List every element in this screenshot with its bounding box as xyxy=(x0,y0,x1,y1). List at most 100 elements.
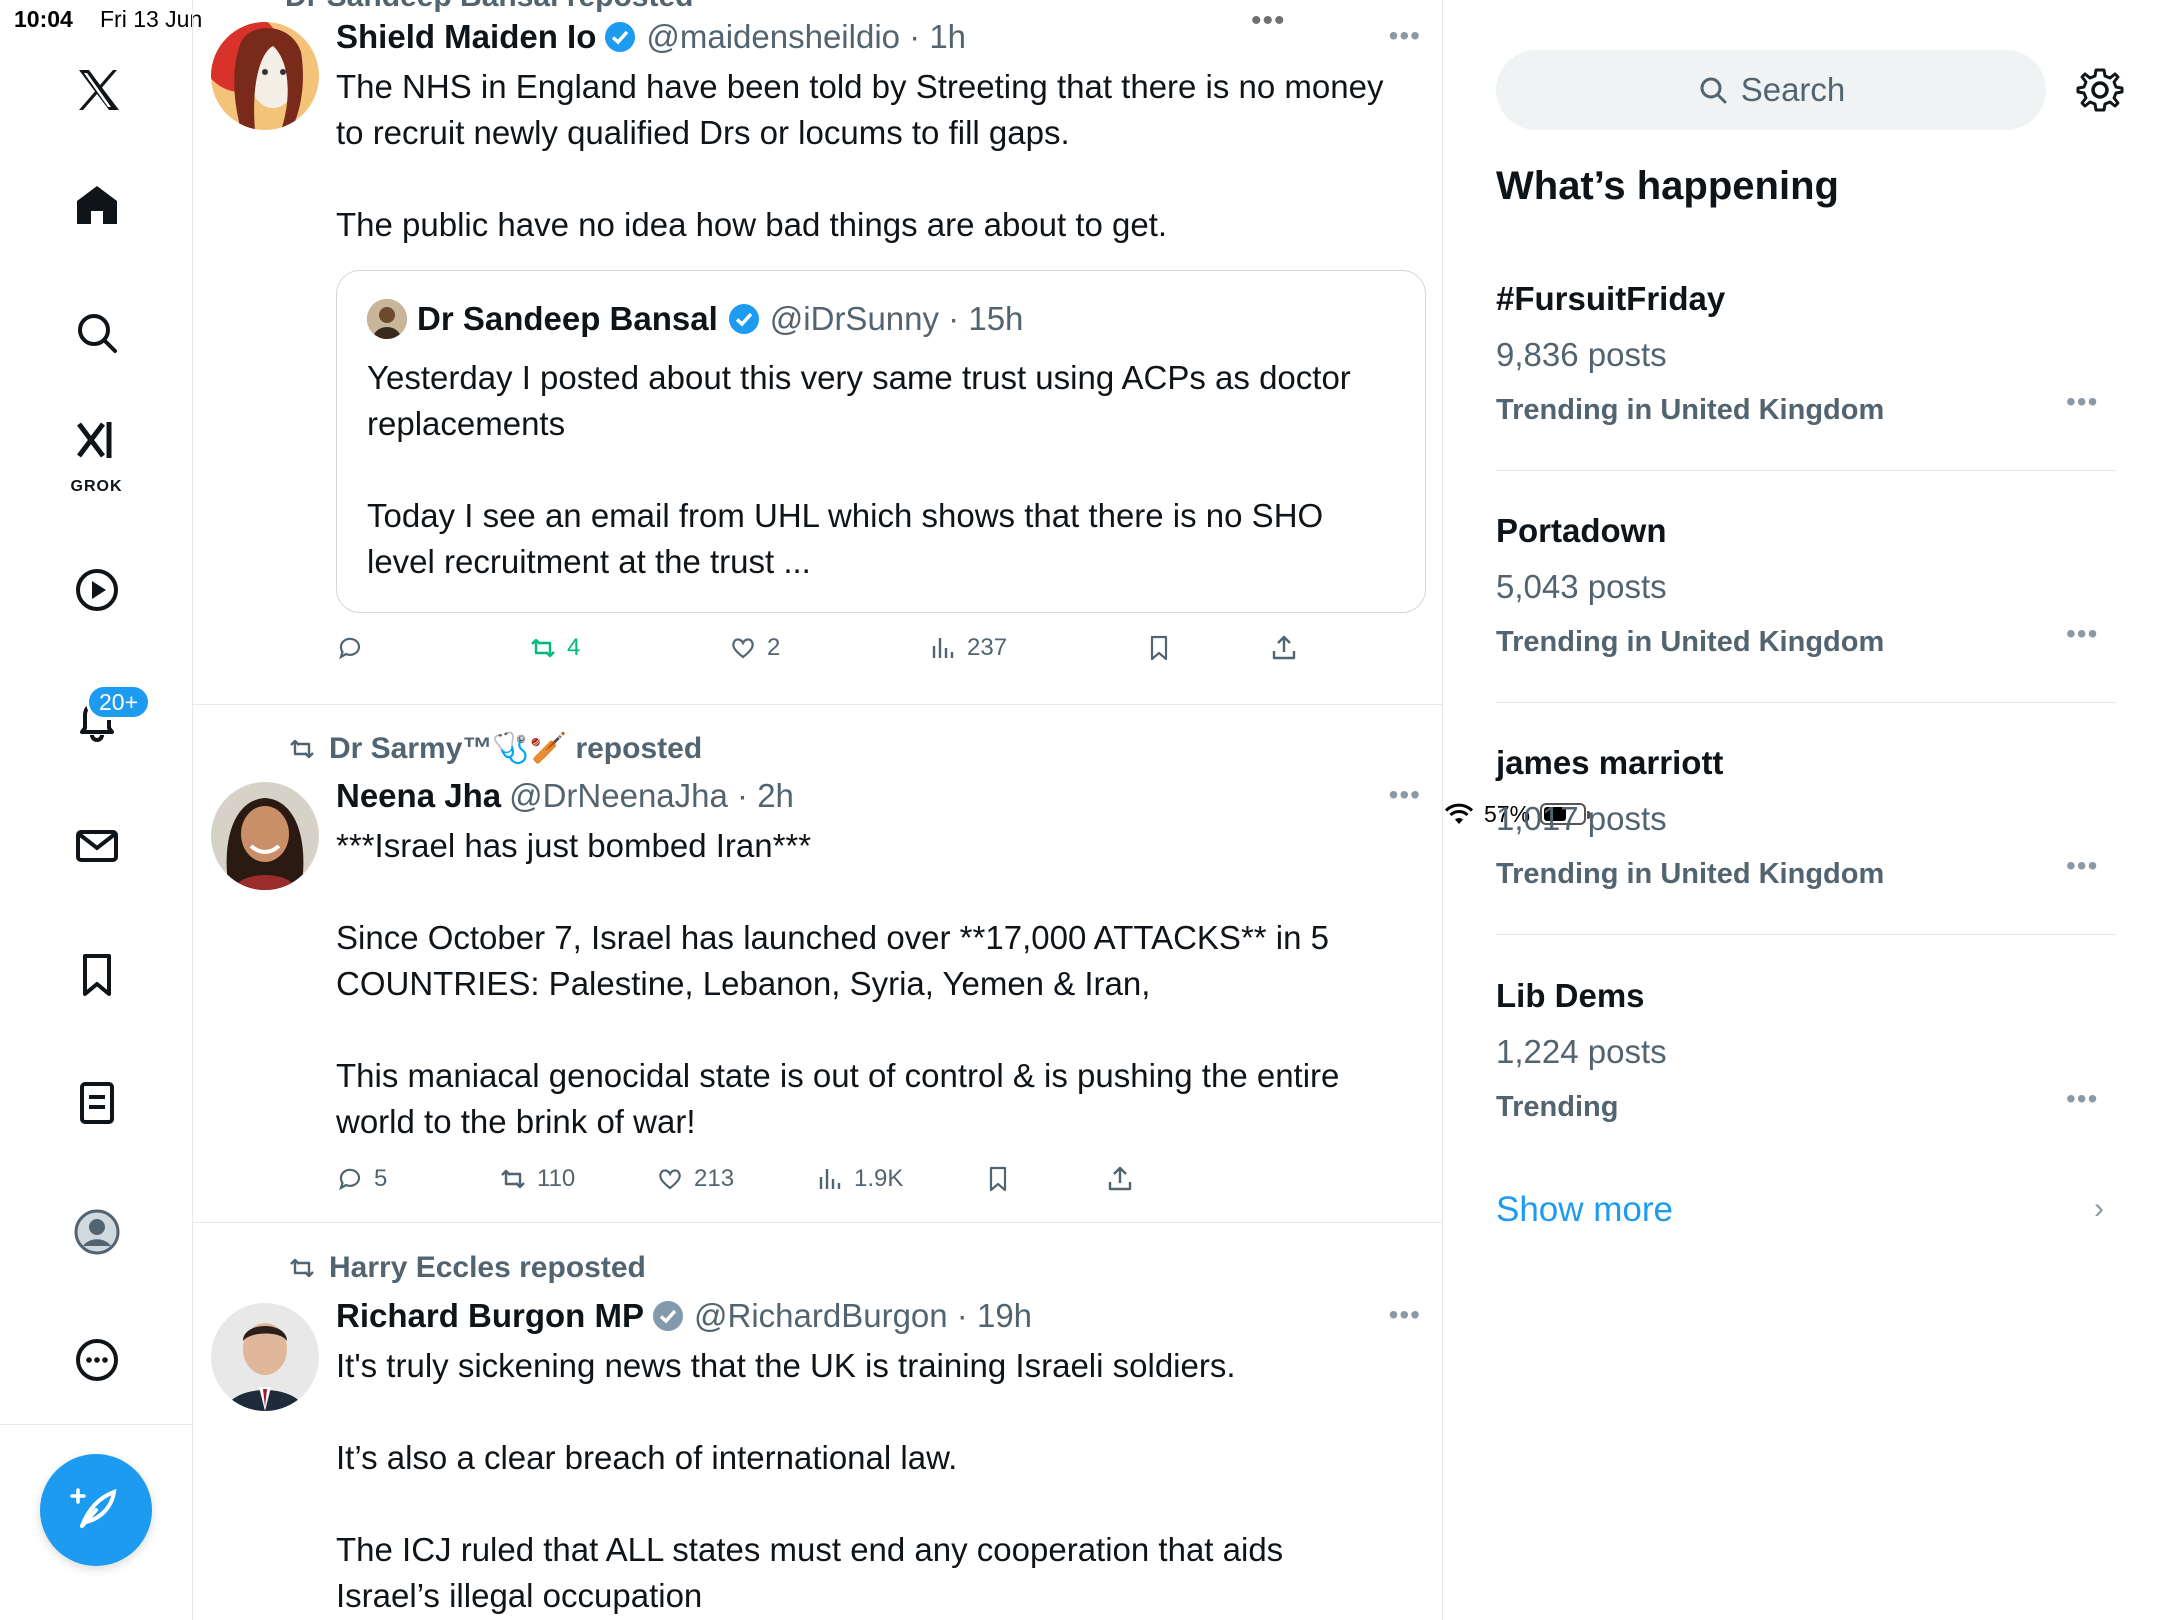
view-count: 1.9K xyxy=(854,1165,904,1192)
post-time[interactable]: 1h xyxy=(929,18,966,56)
bookmark-icon xyxy=(1150,635,1168,661)
divider xyxy=(1496,934,2116,935)
search-input[interactable]: Search xyxy=(1496,50,2046,130)
post-header: Richard Burgon MP @RichardBurgon · 19h xyxy=(336,1297,1032,1335)
views-button[interactable]: 237 xyxy=(929,634,1007,662)
verified-badge-gray-icon xyxy=(653,1301,684,1331)
quote-header: Dr Sandeep Bansal @iDrSunny · 15h xyxy=(367,299,1023,339)
post-time[interactable]: 2h xyxy=(757,777,794,815)
trend-more-icon[interactable]: ••• xyxy=(2066,1083,2098,1115)
show-more-link[interactable]: Show more xyxy=(1496,1190,1673,1230)
trend-name: Portadown xyxy=(1496,512,1667,549)
author-handle[interactable]: @DrNeenaJha xyxy=(509,777,728,815)
profile-avatar-icon[interactable] xyxy=(0,1192,193,1272)
lists-icon[interactable] xyxy=(0,1063,193,1143)
avatar[interactable] xyxy=(211,782,319,890)
quote-author-handle: @iDrSunny xyxy=(769,300,940,337)
views-button[interactable]: 1.9K xyxy=(816,1165,903,1193)
share-icon xyxy=(1272,635,1296,660)
like-count: 2 xyxy=(767,634,781,661)
trend-posts: 1,017 posts xyxy=(1496,800,1667,837)
trend-more-icon[interactable]: ••• xyxy=(2066,850,2098,882)
repost-button[interactable]: 4 xyxy=(529,634,580,662)
repost-text[interactable]: Harry Eccles reposted xyxy=(329,1251,646,1285)
avatar[interactable] xyxy=(211,1303,319,1411)
grok-icon[interactable] xyxy=(0,410,193,470)
view-count: 237 xyxy=(967,634,1008,661)
like-count: 213 xyxy=(694,1165,735,1192)
post[interactable]: Shield Maiden Io @maidensheildio · 1h ••… xyxy=(193,0,1442,705)
quoted-post[interactable]: Dr Sandeep Bansal @iDrSunny · 15h Yester… xyxy=(336,270,1426,613)
chevron-right-icon[interactable]: › xyxy=(2094,1192,2104,1226)
post-text: It's truly sickening news that the UK is… xyxy=(336,1347,1284,1614)
author-handle[interactable]: @maidensheildio xyxy=(646,18,900,56)
like-button[interactable]: 213 xyxy=(656,1165,734,1193)
repost-icon xyxy=(501,1169,525,1189)
author-name[interactable]: Shield Maiden Io xyxy=(336,18,596,56)
search-placeholder: Search xyxy=(1740,71,1846,108)
post-text: The NHS in England have been told by Str… xyxy=(336,68,1384,243)
post-text: ***Israel has just bombed Iran*** Since … xyxy=(336,827,1340,1140)
bookmark-button[interactable] xyxy=(1145,634,1173,662)
repost-count: 110 xyxy=(537,1165,576,1192)
share-icon xyxy=(1108,1166,1132,1191)
verified-badge-icon xyxy=(728,304,759,334)
repost-small-icon xyxy=(290,1258,314,1278)
compose-post-button[interactable] xyxy=(40,1454,152,1566)
trend-location: Trending in United Kingdom xyxy=(1496,626,1885,658)
gear-icon[interactable] xyxy=(2076,66,2124,114)
post-more-icon[interactable]: ••• xyxy=(1389,20,1421,52)
post-more-icon[interactable]: ••• xyxy=(1389,1299,1421,1331)
author-handle[interactable]: @RichardBurgon xyxy=(694,1297,948,1335)
like-button[interactable]: 2 xyxy=(729,634,780,662)
repost-button[interactable]: 110 xyxy=(499,1165,575,1193)
trend-posts: 5,043 posts xyxy=(1496,568,1667,605)
analytics-icon xyxy=(819,1169,841,1189)
share-button[interactable] xyxy=(1270,634,1298,662)
post-time[interactable]: 19h xyxy=(977,1297,1032,1335)
post[interactable]: Harry Eccles reposted Richard Burgon MP … xyxy=(193,1223,1442,1620)
post[interactable]: Dr Sarmy™🩺🏏 reposted Neena Jha @DrNeenaJ… xyxy=(193,705,1442,1223)
author-name[interactable]: Richard Burgon MP xyxy=(336,1297,644,1335)
quote-author-name: Dr Sandeep Bansal xyxy=(417,300,718,337)
post-header: Shield Maiden Io @maidensheildio · 1h xyxy=(336,18,966,56)
x-logo-icon[interactable] xyxy=(0,50,193,130)
heart-icon xyxy=(659,1169,681,1190)
reply-count: 5 xyxy=(374,1165,388,1192)
repost-count: 4 xyxy=(567,634,581,661)
trend-more-icon[interactable]: ••• xyxy=(2066,618,2098,650)
video-icon[interactable] xyxy=(0,550,193,630)
repost-text[interactable]: Dr Sarmy™🩺🏏 reposted xyxy=(329,731,702,766)
messages-icon[interactable] xyxy=(0,806,193,886)
timeline-feed[interactable]: Dr Sandeep Bansal reposted ••• Shield Ma… xyxy=(193,0,1443,1620)
separator: · xyxy=(727,777,758,814)
repost-icon xyxy=(531,638,555,658)
separator: · xyxy=(947,1297,977,1334)
post-more-icon[interactable]: ••• xyxy=(1389,779,1421,811)
reply-button[interactable]: 5 xyxy=(336,1165,387,1193)
bookmarks-icon[interactable] xyxy=(0,935,193,1015)
whats-happening-title: What’s happening xyxy=(1496,164,1839,208)
repost-indicator: Dr Sarmy™🩺🏏 reposted xyxy=(285,731,702,766)
quote-time: 15h xyxy=(968,300,1024,337)
reply-icon xyxy=(339,637,361,660)
trend-location: Trending in United Kingdom xyxy=(1496,394,1885,426)
quote-avatar xyxy=(367,299,407,339)
share-button[interactable] xyxy=(1106,1165,1134,1193)
repost-small-icon xyxy=(290,739,314,758)
nav-divider xyxy=(0,1424,193,1425)
separator: · xyxy=(939,300,969,337)
avatar[interactable] xyxy=(211,22,319,130)
trend-more-icon[interactable]: ••• xyxy=(2066,386,2098,418)
trend-posts: 9,836 posts xyxy=(1496,336,1667,373)
bookmark-button[interactable] xyxy=(984,1165,1012,1193)
search-icon xyxy=(1700,77,1727,104)
trend-name: #FursuitFriday xyxy=(1496,280,1726,317)
author-name[interactable]: Neena Jha xyxy=(336,777,501,815)
more-options-icon[interactable] xyxy=(0,1320,193,1400)
trend-posts: 1,224 posts xyxy=(1496,1033,1667,1070)
reply-button[interactable] xyxy=(336,634,374,662)
right-sidebar: Search What’s happening #FursuitFriday 9… xyxy=(1444,0,2160,1620)
search-nav-icon[interactable] xyxy=(0,293,193,373)
home-icon[interactable] xyxy=(0,165,193,245)
